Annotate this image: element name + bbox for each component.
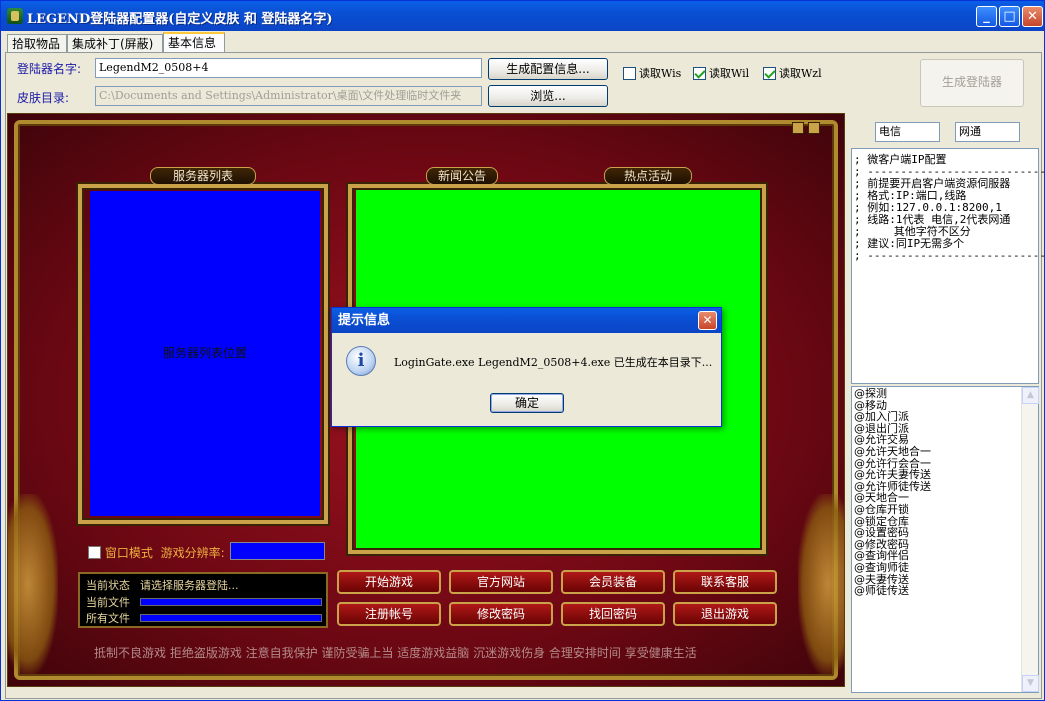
main-window: LEGEND登陆器配置器(自定义皮肤 和 登陆器名字) _ □ ✕ 拾取物品 集… (0, 0, 1045, 701)
window-mode-row: 窗口模式 游戏分辨率: (88, 544, 225, 561)
hot-activity-title: 热点活动 (604, 167, 692, 185)
current-file-progress (140, 598, 322, 606)
window-mode-checkbox[interactable] (88, 546, 101, 559)
command-item[interactable]: @允许天地合一 (854, 446, 931, 458)
command-item[interactable]: @查询师徒 (854, 562, 931, 574)
exit-game-button[interactable]: 退出游戏 (673, 602, 777, 626)
window-title: LEGEND登陆器配置器(自定义皮肤 和 登陆器名字) (27, 12, 333, 27)
start-game-button[interactable]: 开始游戏 (337, 570, 441, 594)
ip-config-textarea[interactable]: ; 微客户端IP配置 ; ---------------------------… (851, 148, 1045, 384)
all-files-progress (140, 614, 322, 622)
commands-scrollbar[interactable]: ▲ ▼ (1021, 387, 1039, 692)
read-wzl-box[interactable] (763, 66, 776, 80)
news-title: 新闻公告 (426, 167, 498, 185)
skin-dir-input[interactable]: C:\Documents and Settings\Administrator\… (95, 86, 482, 106)
read-wzl-label: 读取Wzl (779, 67, 822, 80)
commands-list[interactable]: @探测 @移动 @加入门派 @退出门派 @允许交易 @允许天地合一 @允许行会合一 @允许夫妻… (851, 386, 1039, 693)
read-wis-label: 读取Wis (639, 67, 682, 80)
current-file-label: 当前文件 (86, 596, 130, 609)
read-wil-box[interactable] (693, 66, 706, 80)
status-box: 当前状态 请选择服务器登陆... 当前文件 所有文件 (78, 572, 328, 628)
resolution-select[interactable] (230, 542, 325, 560)
status-label: 当前状态 (86, 579, 130, 592)
change-password-button[interactable]: 修改密码 (449, 602, 553, 626)
skin-close-icon[interactable] (808, 122, 820, 134)
contact-service-button[interactable]: 联系客服 (673, 570, 777, 594)
skin-dir-label: 皮肤目录: (17, 91, 70, 105)
official-site-button[interactable]: 官方网站 (449, 570, 553, 594)
tab-basic-info[interactable]: 基本信息 (163, 32, 225, 53)
generate-config-button[interactable]: 生成配置信息... (488, 58, 608, 80)
tab-patch[interactable]: 集成补丁(屏蔽) (67, 34, 163, 53)
read-wil-label: 读取Wil (709, 67, 750, 80)
tab-pickup-items[interactable]: 拾取物品 (7, 34, 67, 53)
dialog-title[interactable]: 提示信息 (332, 308, 721, 333)
app-icon (7, 8, 23, 24)
scroll-down-icon[interactable]: ▼ (1022, 675, 1039, 692)
command-item[interactable]: @师徒传送 (854, 585, 931, 597)
status-text: 请选择服务器登陆... (140, 579, 239, 592)
command-item[interactable]: @允许夫妻传送 (854, 469, 931, 481)
generate-launcher-button[interactable]: 生成登陆器 (920, 59, 1024, 107)
info-dialog: 提示信息 ✕ i LoginGate.exe LegendM2_0508+4.e… (331, 307, 722, 427)
line1-input[interactable]: 电信 (875, 122, 940, 142)
skin-minimize-icon[interactable] (792, 122, 804, 134)
server-list-title: 服务器列表 (150, 167, 256, 185)
server-list-placeholder: 服务器列表位置 (162, 346, 247, 360)
commands-items: @探测 @移动 @加入门派 @退出门派 @允许交易 @允许天地合一 @允许行会合一 @允许夫妻… (854, 388, 931, 597)
window-mode-label: 窗口模式 (104, 546, 153, 560)
server-list-area[interactable]: 服务器列表位置 (90, 191, 320, 516)
read-wil-checkbox[interactable]: 读取Wil (693, 65, 749, 81)
close-button[interactable]: ✕ (1022, 6, 1043, 27)
info-icon: i (346, 346, 376, 376)
all-files-label: 所有文件 (86, 612, 130, 625)
dialog-close-button[interactable]: ✕ (698, 311, 717, 330)
health-slogan: 抵制不良游戏 拒绝盗版游戏 注意自我保护 谨防受骗上当 适度游戏益脑 沉迷游戏伤… (94, 646, 697, 660)
browse-button[interactable]: 浏览... (488, 85, 608, 107)
left-dragon-decoration (8, 494, 58, 674)
maximize-button[interactable]: □ (999, 6, 1020, 27)
read-wis-checkbox[interactable]: 读取Wis (623, 65, 681, 81)
title-bar[interactable]: LEGEND登陆器配置器(自定义皮肤 和 登陆器名字) _ □ ✕ (1, 1, 1044, 31)
launcher-name-label: 登陆器名字: (17, 62, 82, 76)
resolution-label: 游戏分辨率: (160, 546, 225, 560)
read-wis-box[interactable] (623, 66, 636, 80)
read-wzl-checkbox[interactable]: 读取Wzl (763, 65, 822, 81)
minimize-button[interactable]: _ (976, 6, 997, 27)
command-item[interactable]: @仓库开锁 (854, 504, 931, 516)
command-item[interactable]: @设置密码 (854, 527, 931, 539)
register-button[interactable]: 注册帐号 (337, 602, 441, 626)
scroll-up-icon[interactable]: ▲ (1022, 387, 1039, 404)
recover-password-button[interactable]: 找回密码 (561, 602, 665, 626)
vip-equip-button[interactable]: 会员装备 (561, 570, 665, 594)
launcher-name-input[interactable]: LegendM2_0508+4 (95, 58, 482, 78)
line2-input[interactable]: 网通 (955, 122, 1020, 142)
right-dragon-decoration (798, 494, 844, 674)
dialog-ok-button[interactable]: 确定 (490, 393, 564, 413)
dialog-message: LoginGate.exe LegendM2_0508+4.exe 已生成在本目… (394, 356, 713, 369)
command-item[interactable]: @探测 (854, 388, 931, 400)
ip-config-text: ; 微客户端IP配置 ; ---------------------------… (854, 153, 1045, 262)
